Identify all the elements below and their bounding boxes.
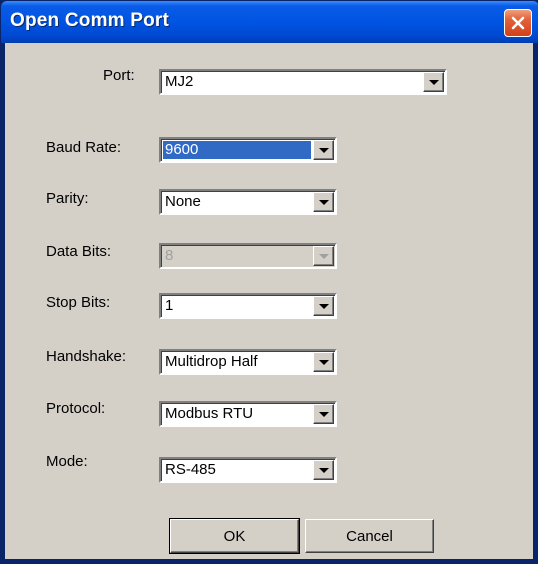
chevron-down-icon [318, 411, 329, 417]
handshake-value: Multidrop Half [165, 353, 258, 370]
mode-select[interactable]: RS-485 [159, 457, 337, 483]
protocol-dropdown-button[interactable] [313, 404, 334, 424]
handshake-dropdown-button[interactable] [313, 352, 334, 372]
title-bar[interactable]: Open Comm Port [1, 1, 538, 43]
data-bits-select: 8 [159, 243, 337, 269]
handshake-select[interactable]: Multidrop Half [159, 349, 337, 375]
chevron-down-icon [318, 147, 329, 153]
baud-rate-label: Baud Rate: [46, 139, 122, 156]
baud-rate-select[interactable]: 9600 [159, 137, 337, 163]
stop-bits-select[interactable]: 1 [159, 293, 337, 319]
ok-button[interactable]: OK [169, 518, 300, 554]
chevron-down-icon [318, 253, 329, 259]
chevron-down-icon [428, 79, 439, 85]
mode-label: Mode: [46, 453, 88, 470]
protocol-label: Protocol: [46, 400, 106, 417]
baud-rate-dropdown-button[interactable] [313, 140, 334, 160]
protocol-select[interactable]: Modbus RTU [159, 401, 337, 427]
dialog-window: Open Comm Port Port: MJ2 Baud Rate: 9600… [0, 0, 538, 564]
chevron-down-icon [318, 303, 329, 309]
stop-bits-dropdown-button[interactable] [313, 296, 334, 316]
stop-bits-label: Stop Bits: [46, 294, 111, 311]
close-button[interactable] [504, 9, 532, 37]
chevron-down-icon [318, 467, 329, 473]
protocol-value: Modbus RTU [165, 405, 254, 422]
port-label: Port: [103, 67, 135, 84]
chevron-down-icon [318, 199, 329, 205]
mode-dropdown-button[interactable] [313, 460, 334, 480]
data-bits-value: 8 [165, 247, 174, 264]
cancel-button[interactable]: Cancel [305, 519, 434, 553]
close-icon [511, 16, 525, 30]
dialog-body: Port: MJ2 Baud Rate: 9600 Parity: None D… [5, 43, 533, 559]
window-title: Open Comm Port [10, 10, 170, 31]
handshake-label: Handshake: [46, 348, 127, 365]
data-bits-dropdown-button [313, 246, 334, 266]
baud-rate-value: 9600 [163, 141, 311, 159]
parity-value: None [165, 193, 201, 210]
mode-value: RS-485 [165, 461, 216, 478]
stop-bits-value: 1 [165, 297, 174, 314]
data-bits-label: Data Bits: [46, 243, 112, 260]
parity-label: Parity: [46, 190, 89, 207]
chevron-down-icon [318, 359, 329, 365]
parity-dropdown-button[interactable] [313, 192, 334, 212]
parity-select[interactable]: None [159, 189, 337, 215]
port-dropdown-button[interactable] [423, 72, 444, 92]
port-value: MJ2 [165, 73, 194, 90]
port-select[interactable]: MJ2 [159, 69, 447, 95]
